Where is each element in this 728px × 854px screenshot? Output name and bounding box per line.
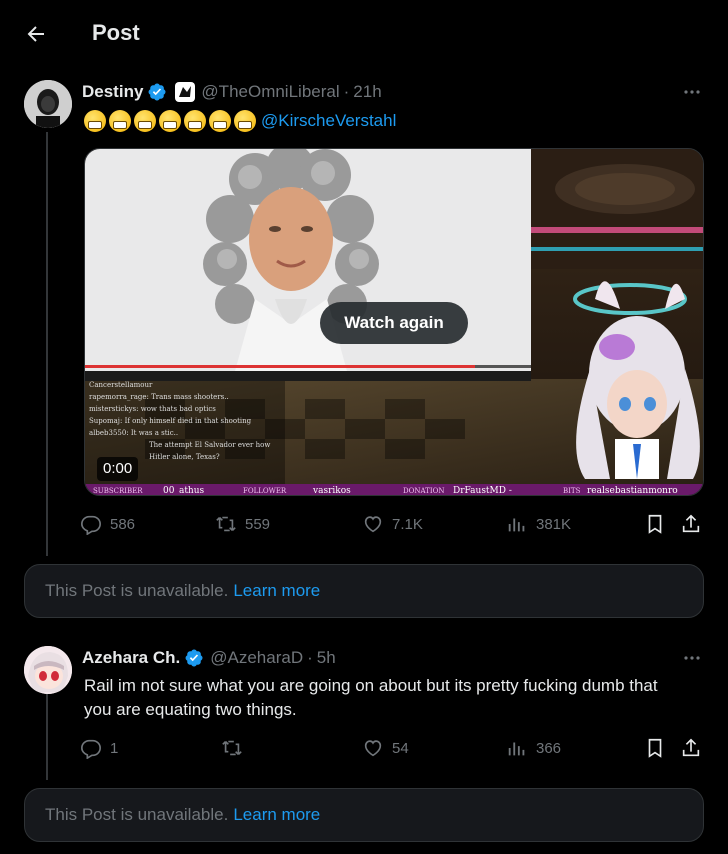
watch-again-button[interactable]: Watch again (320, 302, 468, 344)
views-button[interactable]: 381K (506, 513, 571, 535)
views-button[interactable]: 366 (506, 737, 561, 759)
grimacing-emoji-icon (209, 110, 231, 132)
ticker-value: 00_athus (163, 485, 205, 496)
tweet-actions: 586 559 7.1K 381K (80, 512, 704, 536)
share-icon (682, 514, 700, 533)
chat-overlay: Cancerstellamour rapemorra_rage: Trans m… (89, 379, 289, 463)
ticker-value: realsebastianmonro (587, 485, 678, 496)
repost-button[interactable]: 559 (215, 513, 270, 535)
repost-button[interactable] (221, 737, 251, 759)
video-timestamp: 0:00 (97, 457, 139, 481)
view-count: 366 (536, 739, 562, 757)
thread-connector (46, 694, 48, 780)
repost-icon (216, 516, 236, 532)
bookmark-button[interactable] (644, 737, 666, 759)
chat-line: rapemorra_rage: Trans mass shooters.. (89, 393, 229, 401)
grimacing-emoji-icon (134, 110, 156, 132)
learn-more-link[interactable]: Learn more (233, 581, 320, 601)
time-separator: · (307, 648, 313, 667)
share-button[interactable] (680, 737, 702, 759)
unavailable-post-card: This Post is unavailable. Learn more (24, 788, 704, 842)
share-icon (682, 738, 700, 757)
view-count: 381K (536, 515, 572, 533)
thread-connector (46, 132, 48, 556)
bookmark-button[interactable] (644, 513, 666, 535)
page-title: Post (92, 20, 140, 45)
grimacing-emoji-icon (109, 110, 131, 132)
author-name[interactable]: Azehara Ch. (82, 648, 180, 668)
back-arrow-icon[interactable] (24, 22, 48, 46)
post-time[interactable]: 21h (353, 82, 381, 102)
like-count: 54 (392, 739, 409, 757)
stream-ticker: SUBSCRIBER 00_athus FOLLOWER vasrikos DO… (85, 484, 703, 496)
repost-icon (222, 740, 242, 756)
author-line: Destiny @TheOmniLiberal · 21h (82, 82, 382, 102)
post-time[interactable]: 5h (317, 648, 336, 668)
ticker-label: DONATION (403, 486, 445, 495)
chat-line: The attempt El Salvador ever how (149, 441, 271, 449)
views-icon (508, 742, 525, 756)
chat-line: Cancerstellamour (89, 381, 153, 389)
avatar[interactable] (24, 646, 72, 694)
unavailable-post-card: This Post is unavailable. Learn more (24, 564, 704, 618)
bookmark-icon (648, 738, 662, 758)
ticker-label: BITS (563, 486, 581, 495)
more-options-icon[interactable] (680, 80, 704, 104)
author-handle[interactable]: @AzeharaD (210, 648, 303, 668)
author-handle[interactable]: @TheOmniLiberal (201, 82, 339, 102)
author-name[interactable]: Destiny (82, 82, 143, 102)
top-bar: Post (0, 0, 728, 66)
reply-count: 586 (110, 515, 136, 533)
views-icon (508, 518, 525, 532)
repost-count: 559 (245, 515, 271, 533)
tweet-text: @KirscheVerstahl (84, 110, 396, 132)
reply-text: Rail im not sure what you are going on a… (84, 676, 658, 719)
unavailable-text: This Post is unavailable. (45, 805, 229, 824)
unavailable-text: This Post is unavailable. (45, 581, 229, 600)
video-player[interactable]: Cancerstellamour rapemorra_rage: Trans m… (84, 148, 704, 496)
reply-button[interactable]: 1 (80, 737, 118, 759)
reply-button[interactable]: 586 (80, 513, 135, 535)
author-line: Azehara Ch. @AzeharaD · 5h (82, 648, 336, 668)
verified-badge-icon (185, 649, 203, 667)
ticker-value: vasrikos (313, 485, 351, 496)
learn-more-link[interactable]: Learn more (233, 805, 320, 825)
mention-link[interactable]: @KirscheVerstahl (261, 111, 396, 131)
ticker-label: FOLLOWER (243, 486, 287, 495)
grimacing-emoji-icon (159, 110, 181, 132)
affiliate-badge-icon[interactable] (175, 82, 196, 102)
grimacing-emoji-icon (234, 110, 256, 132)
grimacing-emoji-icon (184, 110, 206, 132)
like-count: 7.1K (392, 515, 423, 533)
chat-line: misterstickys: wow thats bad optics (89, 405, 216, 413)
avatar[interactable] (24, 80, 72, 128)
share-button[interactable] (680, 513, 702, 535)
reply-icon (81, 739, 101, 759)
grimacing-emoji-icon (84, 110, 106, 132)
chat-line: Supomaj: If only himself died in that sh… (89, 417, 252, 425)
bookmark-icon (648, 514, 662, 534)
verified-badge-icon (148, 83, 166, 101)
like-button[interactable]: 54 (362, 737, 409, 759)
reply-icon (81, 515, 101, 535)
tweet-actions: 1 54 366 (80, 736, 704, 760)
more-options-icon[interactable] (680, 646, 704, 670)
time-separator: · (343, 82, 350, 101)
like-button[interactable]: 7.1K (362, 513, 423, 535)
reply-count: 1 (110, 739, 119, 757)
ticker-label: SUBSCRIBER (93, 486, 143, 495)
chat-line: albeb3550: It was a stic.. (89, 429, 179, 437)
heart-icon (364, 516, 382, 533)
ticker-value: DrFaustMD - (453, 485, 512, 496)
heart-icon (364, 740, 382, 757)
